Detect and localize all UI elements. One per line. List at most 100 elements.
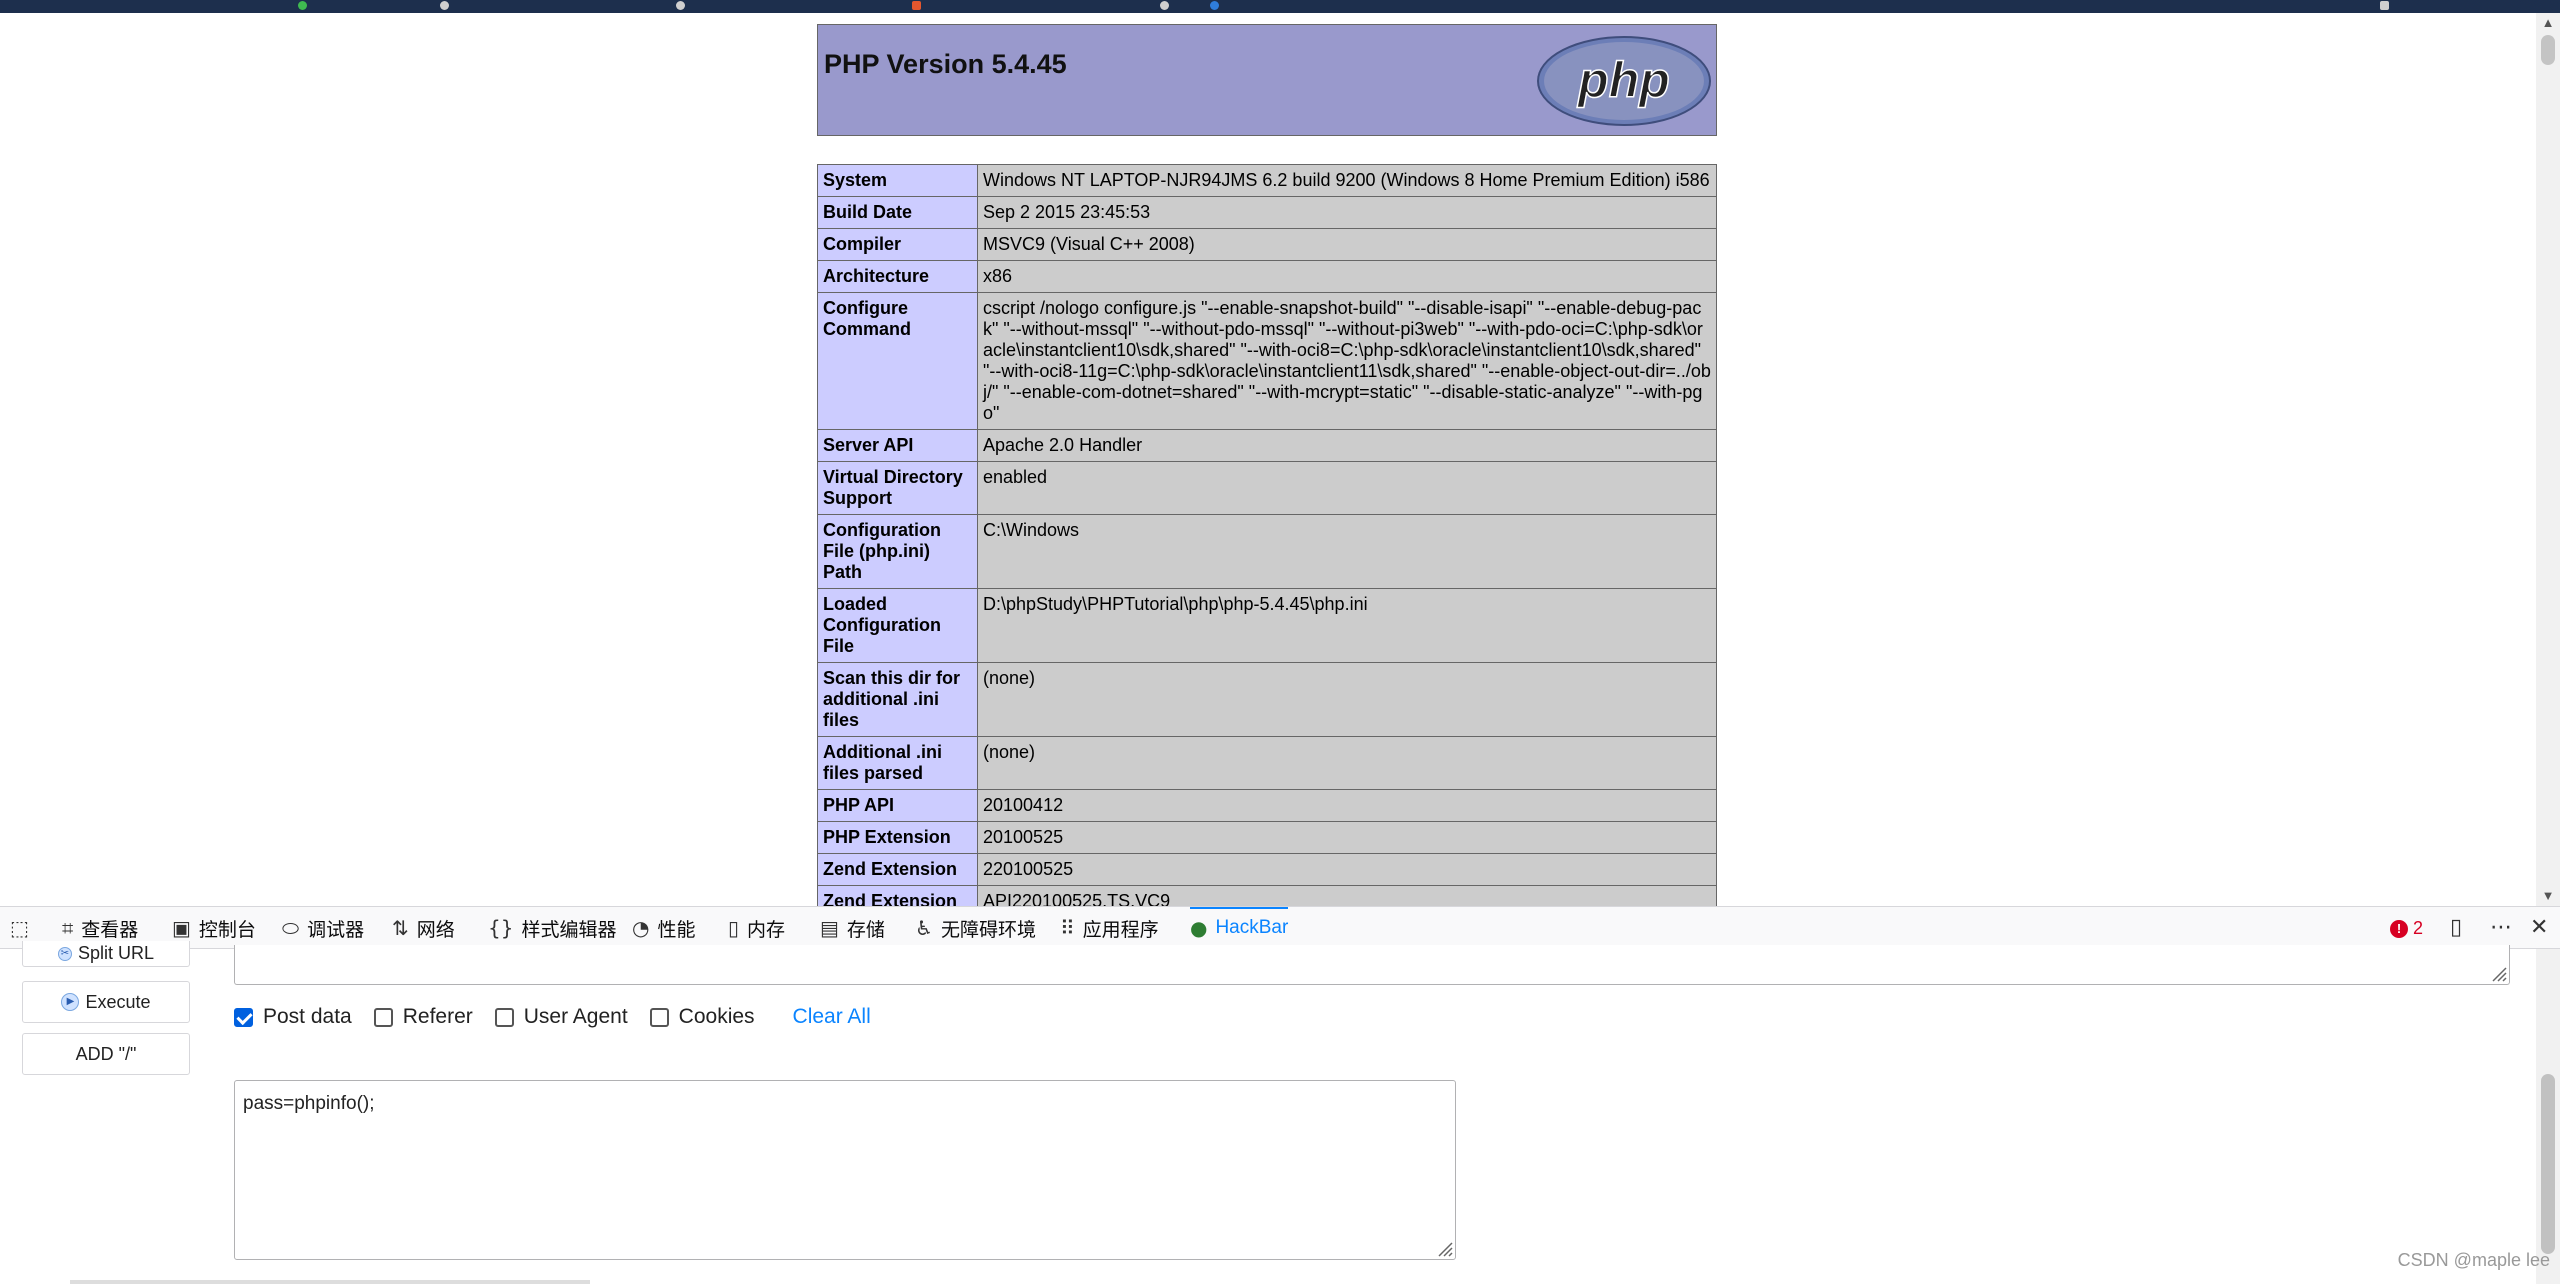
tab-accessibility[interactable]: ♿ 无障碍环境 [915,907,1036,949]
phpinfo-value: 20100412 [977,789,1717,822]
phpinfo-key: Compiler [817,228,978,261]
phpinfo-key: PHP API [817,789,978,822]
csdn-watermark: CSDN @maple lee [2397,1250,2550,1270]
error-count: 2 [2413,918,2424,938]
scroll-up-icon[interactable]: ▲ [2536,13,2560,33]
tab-favicon-icon [912,1,921,10]
phpinfo-value: x86 [977,260,1717,293]
phpinfo-key: Configuration File (php.ini) Path [817,514,978,589]
dock-side-icon[interactable]: ▯ [2450,915,2462,940]
play-icon: ▶ [61,993,80,1011]
tab-label: 查看器 [81,919,139,941]
more-options-icon[interactable]: ⋯ [2490,915,2512,940]
tab-application[interactable]: ⠿ 应用程序 [1060,907,1159,949]
tab-hackbar[interactable]: ● HackBar [1190,907,1289,949]
page-scrollbar[interactable]: ▲ ▼ [2536,13,2560,906]
tab-label: 调试器 [307,919,365,941]
php-logo-text: php [1576,52,1670,108]
url-textarea[interactable] [234,945,2510,985]
phpinfo-key: PHP Extension [817,821,978,854]
referer-checkbox[interactable]: Referer [373,1005,473,1029]
post-data-checkbox[interactable]: Post data [234,1005,352,1029]
phpinfo-key: Loaded Configuration File [817,588,978,663]
performance-icon: ◔ [632,916,650,940]
phpinfo-row: PHP API 20100412 [817,789,1717,822]
tab-memory[interactable]: ▯ 内存 [728,907,785,949]
debugger-icon: ⬭ [282,916,300,940]
checkbox-checked-icon[interactable] [234,1007,253,1027]
hackbar-scrollbar-thumb[interactable] [2541,1074,2555,1254]
phpinfo-row: Configure Command cscript /nologo configu… [817,292,1717,430]
inspector-icon: ⌗ [62,916,74,940]
cookies-checkbox[interactable]: Cookies [649,1005,755,1029]
checkbox-icon[interactable] [494,1007,514,1027]
user-agent-checkbox[interactable]: User Agent [494,1005,628,1029]
tab-favicon-icon [1160,1,1169,10]
browser-top-strip [0,0,2560,13]
phpinfo-row: Server API Apache 2.0 Handler [817,429,1717,462]
phpinfo-row: System Windows NT LAPTOP-NJR94JMS 6.2 bui… [817,164,1717,197]
resize-grip-icon[interactable] [1435,1239,1453,1257]
error-icon: ! [2390,919,2408,938]
tab-debugger[interactable]: ⬭ 调试器 [282,907,364,949]
execute-button[interactable]: ▶ Execute [22,981,190,1023]
tab-style-editor[interactable]: {} 样式编辑器 [488,907,616,949]
resize-grip-icon[interactable] [2489,964,2507,982]
element-picker-icon: ⬚ [10,916,29,940]
phpinfo-key: Scan this dir for additional .ini files [817,662,978,737]
post-data-textarea[interactable]: pass=phpinfo(); [234,1080,1456,1260]
checkbox-icon[interactable] [373,1007,393,1027]
php-logo-icon: php [1537,36,1711,126]
phpinfo-row: Loaded Configuration File D:\phpStudy\PHP… [817,588,1717,663]
phpinfo-key: System [817,164,978,197]
phpinfo-row: Additional .ini files parsed (none) [817,736,1717,790]
phpinfo-value: MSVC9 (Visual C++ 2008) [977,228,1717,261]
tab-label: 存储 [846,919,885,941]
phpinfo-value: enabled [977,461,1717,515]
phpinfo-row: Scan this dir for additional .ini files(… [817,662,1717,737]
memory-icon: ▯ [728,916,740,940]
split-url-button[interactable]: ✂ Split URL [22,941,190,967]
style-editor-icon: {} [488,916,514,940]
scroll-down-icon[interactable]: ▼ [2536,886,2560,906]
phpinfo-value: 20100525 [977,821,1717,854]
add-slash-button[interactable]: ADD "/" [22,1033,190,1075]
referer-label: Referer [402,1005,473,1028]
tab-label: 控制台 [198,919,256,941]
checkbox-icon[interactable] [649,1007,669,1027]
tab-label: 网络 [416,919,455,941]
phpinfo-value: D:\phpStudy\PHPTutorial\php\php-5.4.45\p… [977,588,1717,663]
phpinfo-value: cscript /nologo configure.js "--enable-s… [977,292,1717,430]
tab-label: 样式编辑器 [521,919,617,941]
phpinfo-key: Zend Extension [817,853,978,886]
tab-storage[interactable]: ▤ 存储 [820,907,885,949]
phpinfo-key: Zend Extension Build [817,885,978,906]
phpinfo-key: Additional .ini files parsed [817,736,978,790]
tab-network[interactable]: ⇅ 网络 [392,907,455,949]
close-devtools-icon[interactable]: ✕ [2530,915,2548,940]
phpinfo-row: Zend Extension BuildAPI220100525,TS,VC9 [817,885,1717,906]
phpinfo-row: Build Date Sep 2 2015 23:45:53 [817,196,1717,229]
tab-label: 应用程序 [1082,919,1159,941]
error-count-badge[interactable]: ! 2 [2390,918,2423,939]
tab-label: 性能 [657,919,696,941]
post-data-label: Post data [263,1005,352,1028]
option-row: Post data Referer User Agent Cookies Cle… [234,1002,871,1032]
phpinfo-table: System Windows NT LAPTOP-NJR94JMS 6.2 bui… [817,164,1717,906]
phpinfo-row: Architecture x86 [817,260,1717,293]
tab-performance[interactable]: ◔ 性能 [632,907,695,949]
scrollbar-thumb[interactable] [2541,35,2555,65]
phpinfo-row: PHP Extension 20100525 [817,821,1717,854]
page-viewport: PHP Version 5.4.45 php System Windows NT … [0,13,2560,906]
phpinfo-key: Configure Command [817,292,978,430]
tab-label: 内存 [747,919,786,941]
user-agent-label: User Agent [523,1005,628,1028]
hackbar-scrollbar[interactable] [2536,949,2560,1284]
phpinfo-key: Architecture [817,260,978,293]
phpinfo-row: Virtual Directory Support enabled [817,461,1717,515]
tab-favicon-icon [440,1,449,10]
devtools-toolbar: ⬚ ⌗ 查看器 ▣ 控制台 ⬭ 调试器 ⇅ 网络 {} 样式编辑器 ◔ 性能 ▯ 内存 ▤ 存储 ♿ 无障碍环境 ⠿… [0,906,2560,949]
horizontal-scrollbar[interactable] [70,1280,590,1284]
cookies-label: Cookies [678,1005,755,1028]
clear-all-link[interactable]: Clear All [793,1005,871,1029]
